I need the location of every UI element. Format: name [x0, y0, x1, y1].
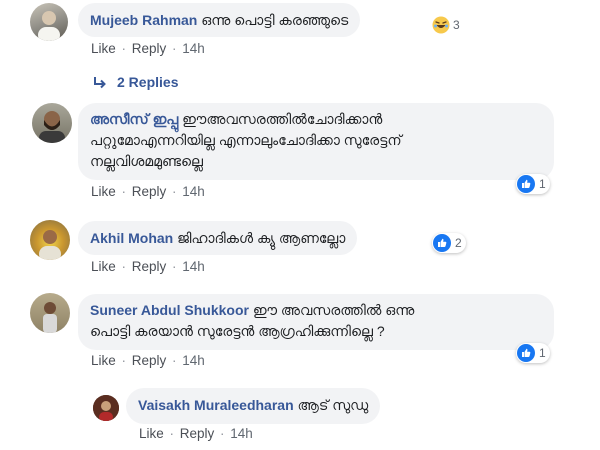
comment-text: ഈഅവസരത്തിൽചോദിക്കാൻ [182, 111, 383, 127]
like-icon [517, 344, 535, 362]
comment-text: ഈ അവസരത്തിൽ ഒന്നു [252, 302, 415, 318]
comment-author[interactable]: Akhil Mohan [90, 230, 173, 246]
reaction-count: 2 [455, 236, 462, 250]
like-link[interactable]: Like [139, 426, 164, 441]
timestamp[interactable]: 14h [182, 41, 205, 56]
view-replies-link[interactable]: 2 Replies [93, 74, 178, 90]
comment-text: ഒന്നു പൊട്ടി കരഞ്ഞുടെ [201, 12, 349, 28]
comment-bubble: Suneer Abdul Shukkoor ഈ അവസരത്തിൽ ഒന്നു … [78, 294, 554, 350]
comment-text: പൊട്ടി കരയാൻ സുരേട്ടൻ ആഗ്രഹിക്കുന്നില്ലെ… [90, 323, 385, 339]
comment-author[interactable]: അസീസ് ഇപ്പു [90, 111, 178, 127]
like-link[interactable]: Like [91, 259, 116, 274]
reaction-summary[interactable]: 3 [432, 16, 460, 34]
reaction-summary[interactable]: 2 [432, 233, 466, 253]
comment-actions: Like · Reply · 14h [139, 426, 253, 441]
haha-icon [432, 16, 450, 34]
reaction-summary[interactable]: 1 [516, 343, 550, 363]
avatar-suneer[interactable] [30, 293, 70, 333]
like-link[interactable]: Like [91, 353, 116, 368]
comment-bubble: അസീസ് ഇപ്പു ഈഅവസരത്തിൽചോദിക്കാൻ പറ്റുമോഎ… [78, 103, 554, 180]
avatar-photo [39, 111, 65, 143]
avatar-vaisakh[interactable] [93, 395, 119, 421]
avatar-photo [38, 11, 60, 41]
like-link[interactable]: Like [91, 184, 116, 199]
comment-author[interactable]: Mujeeb Rahman [90, 12, 197, 28]
reply-link[interactable]: Reply [180, 426, 215, 441]
reaction-count: 3 [453, 18, 460, 32]
comment-text: നല്ലവിശമമുണ്ടല്ലെ [90, 153, 203, 169]
avatar-mujeeb[interactable] [30, 3, 68, 41]
replies-count-label: 2 Replies [117, 74, 179, 90]
comment-author[interactable]: Vaisakh Muraleedharan [138, 397, 294, 413]
comment-text: പറ്റുമോഎന്നറിയില്ല എന്നാലുംചോദിക്കാ സുരേ… [90, 132, 402, 148]
avatar-photo [39, 230, 61, 260]
reply-link[interactable]: Reply [132, 184, 167, 199]
comment-text: ആട് സുഡു [297, 397, 369, 413]
avatar-photo [93, 395, 119, 421]
reply-bubble: Vaisakh Muraleedharan ആട് സുഡു [126, 388, 381, 424]
reaction-count: 1 [539, 177, 546, 191]
comment-actions: Like · Reply · 14h [91, 184, 205, 199]
comment-actions: Like · Reply · 14h [91, 41, 205, 56]
reply-link[interactable]: Reply [132, 41, 167, 56]
comment-bubble: Akhil Mohan ജിഹാദികൾ ക്യു ആണല്ലോ [78, 221, 358, 255]
comment-author[interactable]: Suneer Abdul Shukkoor [90, 302, 249, 318]
reply-arrow-icon [94, 77, 106, 89]
timestamp[interactable]: 14h [182, 184, 205, 199]
like-link[interactable]: Like [91, 41, 116, 56]
comment-actions: Like · Reply · 14h [91, 353, 205, 368]
comment-text: ജിഹാദികൾ ക്യു ആണല്ലോ [177, 230, 346, 246]
timestamp[interactable]: 14h [182, 259, 205, 274]
like-icon [517, 175, 535, 193]
avatar-photo [43, 302, 57, 333]
reaction-count: 1 [539, 346, 546, 360]
avatar-akhil[interactable] [30, 220, 70, 260]
comment-actions: Like · Reply · 14h [91, 259, 205, 274]
like-icon [433, 234, 451, 252]
reply-link[interactable]: Reply [132, 353, 167, 368]
reply-link[interactable]: Reply [132, 259, 167, 274]
timestamp[interactable]: 14h [230, 426, 253, 441]
avatar-azees[interactable] [32, 103, 72, 143]
reaction-summary[interactable]: 1 [516, 174, 550, 194]
timestamp[interactable]: 14h [182, 353, 205, 368]
comment-bubble: Mujeeb Rahman ഒന്നു പൊട്ടി കരഞ്ഞുടെ [78, 3, 361, 37]
